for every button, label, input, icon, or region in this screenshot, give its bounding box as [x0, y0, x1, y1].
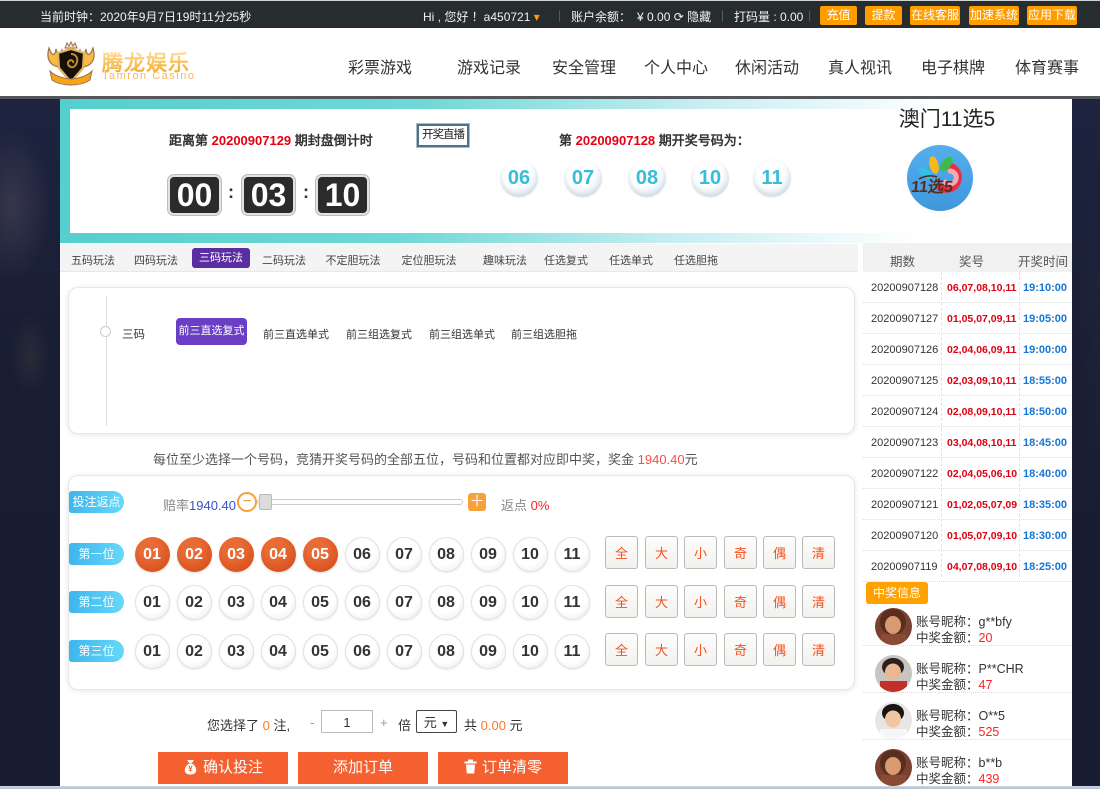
svg-text:¥: ¥ [188, 765, 193, 774]
svg-text:11选5: 11选5 [910, 178, 954, 196]
